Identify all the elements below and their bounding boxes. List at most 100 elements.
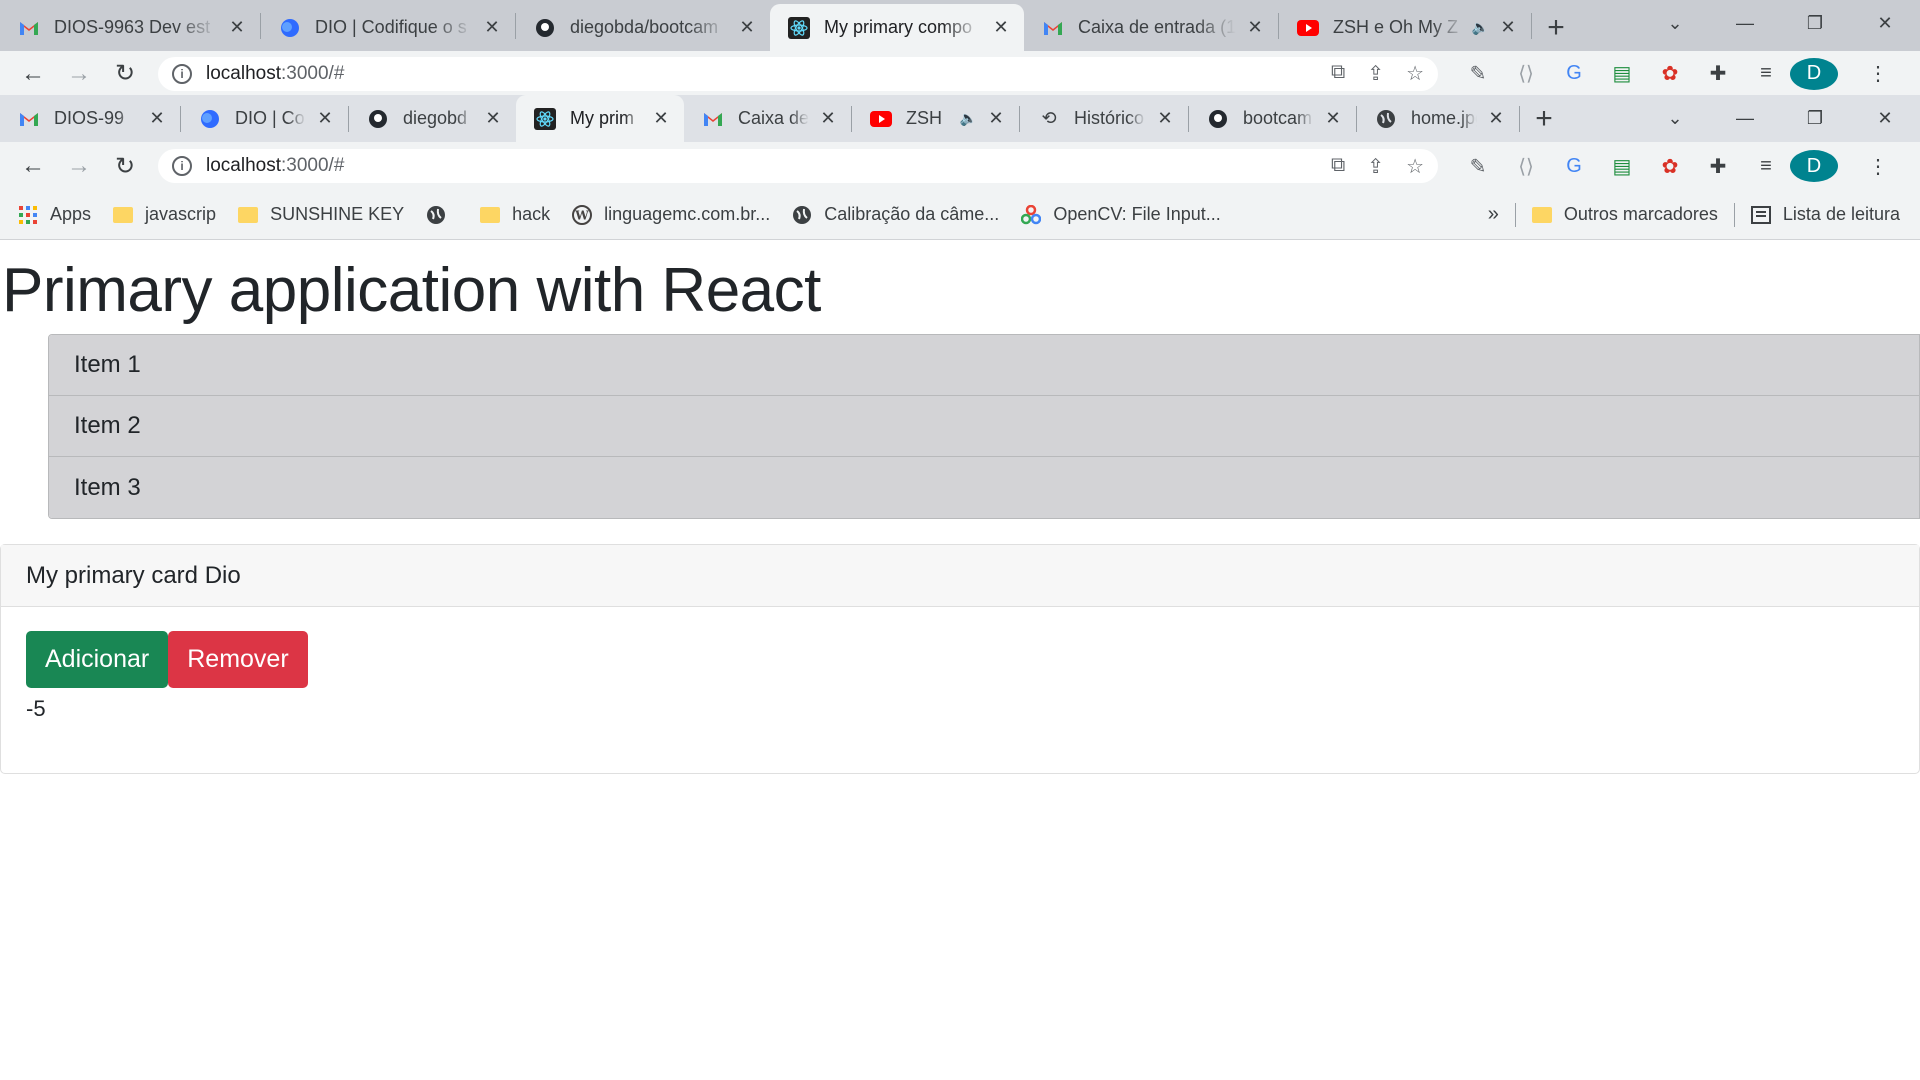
star-icon[interactable]: ☆ xyxy=(1406,61,1424,86)
close-icon[interactable]: ✕ xyxy=(1322,108,1344,130)
close-icon[interactable]: ✕ xyxy=(1485,108,1507,130)
bookmark-hack[interactable]: hack xyxy=(480,204,550,225)
close-icon[interactable]: ✕ xyxy=(736,17,758,39)
outer-tab-github[interactable]: diegobda/bootcam ✕ xyxy=(516,4,770,51)
outer-tab-react[interactable]: My primary compo ✕ xyxy=(770,4,1024,51)
sheet-ext-icon[interactable]: ▤ xyxy=(1598,154,1646,179)
puzzle-icon[interactable]: ✚ xyxy=(1694,61,1742,86)
inner-tab-youtube[interactable]: ZSH 🔈 ✕ xyxy=(852,95,1019,142)
close-icon[interactable]: ✕ xyxy=(226,17,248,39)
menu-icon[interactable]: ⋮ xyxy=(1854,61,1902,86)
add-button[interactable]: Adicionar xyxy=(26,631,169,688)
close-icon[interactable]: ✕ xyxy=(146,108,168,130)
speaker-icon[interactable]: 🔈 xyxy=(960,110,977,127)
speaker-icon[interactable]: 🔈 xyxy=(1472,19,1489,36)
minimize-icon[interactable]: — xyxy=(1710,95,1780,142)
translate-ext-icon[interactable]: G xyxy=(1550,155,1598,178)
close-icon[interactable]: ✕ xyxy=(1244,17,1266,39)
dio-icon xyxy=(279,17,301,39)
media-icon[interactable]: ≡ xyxy=(1742,62,1790,85)
bookmark-opencv[interactable]: OpenCV: File Input... xyxy=(1021,204,1221,225)
eyedropper-icon[interactable]: ✎ xyxy=(1454,154,1502,179)
tab-search-icon[interactable]: ⌄ xyxy=(1640,95,1710,142)
address-bar[interactable]: i localhost:3000/# ⧉ ⇪ ☆ xyxy=(158,56,1438,91)
code-icon[interactable]: ⟨⟩ xyxy=(1502,154,1550,179)
close-icon[interactable]: ✕ xyxy=(985,108,1007,130)
bookmark-other[interactable]: Outros marcadores xyxy=(1531,204,1718,225)
close-icon[interactable]: ✕ xyxy=(1154,108,1176,130)
menu-icon[interactable]: ⋮ xyxy=(1854,154,1902,179)
code-icon[interactable]: ⟨⟩ xyxy=(1502,61,1550,86)
globe-icon xyxy=(792,205,812,225)
translate-icon[interactable]: ⧉ xyxy=(1331,154,1345,179)
reading-list[interactable]: Lista de leitura xyxy=(1750,204,1900,225)
extensions-bar: ✎ ⟨⟩ G ▤ ✿ ✚ ≡ D ⋮ xyxy=(1454,57,1902,90)
restore-icon[interactable]: ❐ xyxy=(1780,95,1850,142)
profile-avatar[interactable]: D xyxy=(1790,150,1838,182)
bookmark-globe[interactable] xyxy=(426,205,458,225)
inner-tab-react[interactable]: My prim ✕ xyxy=(516,95,684,142)
new-tab-button[interactable]: + xyxy=(1532,4,1580,51)
inner-tab-home-jpg[interactable]: home.jpg ✕ xyxy=(1357,95,1519,142)
outer-tab-gmail[interactable]: DIOS-9963 Dev est ✕ xyxy=(0,4,260,51)
forward-icon[interactable]: → xyxy=(56,60,102,88)
counter-value: -5 xyxy=(26,696,46,721)
translate-ext-icon[interactable]: G xyxy=(1550,62,1598,85)
inner-tab-gmail-inbox[interactable]: Caixa de ✕ xyxy=(684,95,851,142)
sheet-ext-icon[interactable]: ▤ xyxy=(1598,61,1646,86)
forward-icon[interactable]: → xyxy=(56,152,102,180)
close-icon[interactable]: ✕ xyxy=(314,108,336,130)
restore-icon[interactable]: ❐ xyxy=(1780,0,1850,47)
back-icon[interactable]: ← xyxy=(10,60,56,88)
red-ext-icon[interactable]: ✿ xyxy=(1646,154,1694,179)
inner-tab-gmail[interactable]: DIOS-99 ✕ xyxy=(0,95,180,142)
close-icon[interactable]: ✕ xyxy=(817,108,839,130)
new-tab-button[interactable]: + xyxy=(1520,95,1568,142)
bookmarks-separator xyxy=(1514,202,1516,227)
close-icon[interactable]: ✕ xyxy=(650,108,672,130)
bookmarks-overflow-icon[interactable]: » xyxy=(1488,203,1499,226)
close-icon[interactable]: ✕ xyxy=(482,108,504,130)
close-icon[interactable]: ✕ xyxy=(1497,17,1519,39)
bookmark-label: SUNSHINE KEY xyxy=(270,204,405,224)
url-path: :3000/# xyxy=(281,155,345,176)
close-window-icon[interactable]: ✕ xyxy=(1850,0,1920,47)
tab-search-icon[interactable]: ⌄ xyxy=(1640,0,1710,47)
site-info-icon[interactable]: i xyxy=(172,63,192,84)
inner-tab-github[interactable]: diegobd ✕ xyxy=(349,95,516,142)
share-icon[interactable]: ⇪ xyxy=(1367,154,1384,179)
tab-title: ZSH xyxy=(906,108,942,128)
site-info-icon[interactable]: i xyxy=(172,156,192,176)
translate-icon[interactable]: ⧉ xyxy=(1331,61,1345,86)
bookmark-sunshine-key[interactable]: SUNSHINE KEY xyxy=(238,204,404,225)
back-icon[interactable]: ← xyxy=(10,152,56,180)
close-icon[interactable]: ✕ xyxy=(481,17,503,39)
remove-button[interactable]: Remover xyxy=(168,631,308,688)
inner-tab-dio[interactable]: DIO | Co ✕ xyxy=(181,95,348,142)
minimize-icon[interactable]: — xyxy=(1710,0,1780,47)
outer-tab-youtube[interactable]: ZSH e Oh My Z 🔈 ✕ xyxy=(1279,4,1531,51)
inner-tab-github-2[interactable]: bootcam ✕ xyxy=(1189,95,1356,142)
outer-tab-gmail-inbox[interactable]: Caixa de entrada (1 ✕ xyxy=(1024,4,1278,51)
globe-icon xyxy=(1375,108,1397,130)
close-icon[interactable]: ✕ xyxy=(990,17,1012,39)
reload-icon[interactable]: ↻ xyxy=(102,152,148,181)
tab-title: bootcam xyxy=(1243,108,1313,128)
puzzle-icon[interactable]: ✚ xyxy=(1694,154,1742,179)
bookmark-calibracao[interactable]: Calibração da câme... xyxy=(792,204,999,225)
close-window-icon[interactable]: ✕ xyxy=(1850,95,1920,142)
apps-grid-icon xyxy=(18,205,38,225)
bookmark-javascrip[interactable]: javascrip xyxy=(113,204,216,225)
bookmark-apps[interactable]: Apps xyxy=(18,204,91,225)
outer-tab-dio[interactable]: DIO | Codifique o s ✕ xyxy=(261,4,515,51)
bookmark-linguagemc[interactable]: W linguagemc.com.br... xyxy=(572,204,770,225)
eyedropper-icon[interactable]: ✎ xyxy=(1454,61,1502,86)
reload-icon[interactable]: ↻ xyxy=(102,59,148,88)
red-ext-icon[interactable]: ✿ xyxy=(1646,61,1694,86)
profile-avatar[interactable]: D xyxy=(1790,57,1838,90)
inner-tab-history[interactable]: ⟲ Histórico ✕ xyxy=(1020,95,1188,142)
star-icon[interactable]: ☆ xyxy=(1406,154,1424,179)
share-icon[interactable]: ⇪ xyxy=(1367,61,1384,86)
media-icon[interactable]: ≡ xyxy=(1742,155,1790,178)
address-bar[interactable]: i localhost:3000/# ⧉ ⇪ ☆ xyxy=(158,149,1438,183)
